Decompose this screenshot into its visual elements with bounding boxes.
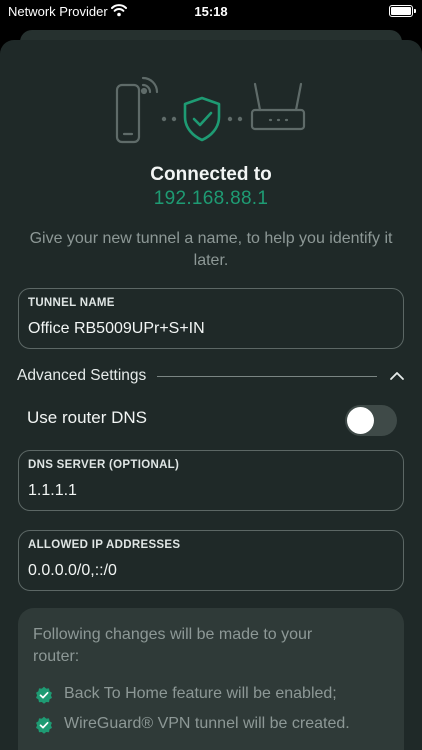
router-changes-intro: Following changes will be made to your r… [33, 626, 313, 665]
dns-server-input[interactable]: 1.1.1.1 [28, 482, 77, 500]
allowed-ip-addresses-field[interactable]: ALLOWED IP ADDRESSES 0.0.0.0/0,::/0 [18, 530, 404, 591]
allowed-ip-addresses-label: ALLOWED IP ADDRESSES [28, 539, 181, 551]
router-ip-address: 192.168.88.1 [153, 188, 269, 209]
link-dots-right [227, 116, 243, 122]
router-icon [250, 82, 306, 131]
use-router-dns-label: Use router DNS [27, 408, 147, 427]
advanced-settings-toggle[interactable]: Advanced Settings [17, 366, 405, 388]
tunnel-name-label: TUNNEL NAME [28, 297, 115, 309]
advanced-settings-divider [157, 376, 377, 377]
change-item-text: WireGuard® VPN tunnel will be created. [64, 715, 350, 732]
change-item: Back To Home feature will be enabled; [35, 684, 395, 706]
change-item: WireGuard® VPN tunnel will be created. [35, 714, 395, 736]
status-time: 15:18 [194, 4, 228, 19]
phone-icon [115, 76, 159, 144]
dns-server-label: DNS SERVER (OPTIONAL) [28, 459, 180, 471]
use-router-dns-switch[interactable] [345, 405, 397, 436]
battery-icon [389, 5, 416, 17]
switch-knob [347, 407, 374, 434]
connection-illustration [115, 76, 306, 144]
checkmark-badge-icon [36, 716, 52, 734]
allowed-ip-addresses-input[interactable]: 0.0.0.0/0,::/0 [28, 562, 117, 580]
router-changes-card: Following changes will be made to your r… [18, 608, 404, 750]
link-dots-left [161, 116, 177, 122]
tunnel-name-hint: Give your new tunnel a name, to help you… [29, 230, 393, 269]
use-router-dns-row: Use router DNS [27, 405, 397, 436]
change-item-text: Back To Home feature will be enabled; [64, 685, 337, 702]
tunnel-name-input[interactable]: Office RB5009UPr+S+IN [28, 320, 205, 338]
checkmark-badge-icon [36, 686, 52, 704]
tunnel-name-field[interactable]: TUNNEL NAME Office RB5009UPr+S+IN [18, 288, 404, 349]
advanced-settings-label: Advanced Settings [17, 367, 147, 384]
chevron-up-icon[interactable] [389, 368, 405, 384]
shield-check-icon [183, 96, 221, 142]
status-bar: Network Provider 15:18 [0, 0, 422, 24]
dns-server-field[interactable]: DNS SERVER (OPTIONAL) 1.1.1.1 [18, 450, 404, 511]
connected-title: Connected to [150, 164, 272, 185]
